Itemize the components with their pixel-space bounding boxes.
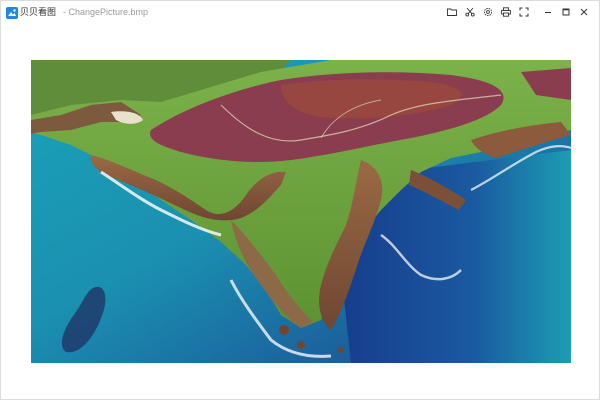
title-bar[interactable]: 贝贝看图 - ChangePicture.bmp (1, 1, 599, 23)
fullscreen-icon[interactable] (515, 5, 533, 19)
title-toolbar (443, 5, 593, 19)
print-icon[interactable] (497, 5, 515, 19)
scissors-icon[interactable] (461, 5, 479, 19)
viewer-window: 贝贝看图 - ChangePicture.bmp (0, 0, 600, 400)
folder-icon[interactable] (443, 5, 461, 19)
maximize-icon[interactable] (557, 5, 575, 19)
minimize-icon[interactable] (539, 5, 557, 19)
file-title: - ChangePicture.bmp (63, 7, 149, 17)
aerial-coastline-photo[interactable] (31, 60, 571, 363)
close-icon[interactable] (575, 5, 593, 19)
coastline-image-drawing (31, 60, 571, 363)
image-viewer-area[interactable] (1, 23, 599, 399)
settings-icon[interactable] (479, 5, 497, 19)
app-name: 贝贝看图 (20, 7, 57, 17)
app-logo-icon (6, 6, 18, 19)
